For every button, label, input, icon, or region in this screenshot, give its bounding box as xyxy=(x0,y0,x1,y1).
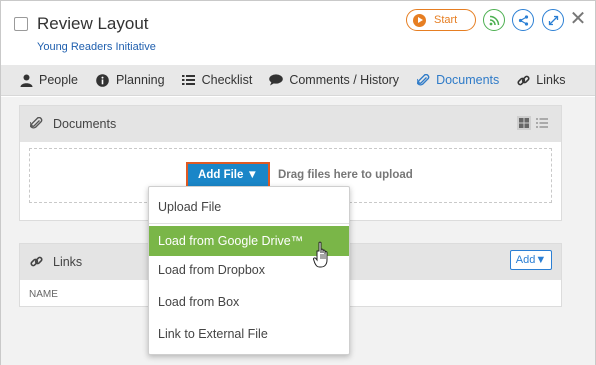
tab-planning[interactable]: Planning xyxy=(96,65,165,96)
list-view-icon[interactable] xyxy=(535,116,549,130)
name-column-header: NAME xyxy=(29,289,58,300)
info-icon xyxy=(96,73,110,87)
tab-comments-history[interactable]: Comments / History xyxy=(269,65,399,96)
task-window: Review Layout Young Readers Initiative S… xyxy=(0,0,596,365)
menu-divider xyxy=(149,223,349,224)
paperclip-icon xyxy=(30,117,44,131)
task-tabs: People Planning Checklist Comments / His… xyxy=(1,65,595,96)
add-file-menu: Upload File Load from Google Drive™ Load… xyxy=(148,186,350,355)
share-icon xyxy=(518,14,528,26)
rss-icon xyxy=(489,15,499,25)
expand-button[interactable] xyxy=(542,9,564,31)
tab-label: Checklist xyxy=(201,73,253,87)
menu-item-upload-file[interactable]: Upload File xyxy=(149,192,349,222)
play-icon xyxy=(413,13,426,27)
close-icon[interactable]: ✕ xyxy=(569,6,587,30)
view-toggle xyxy=(517,116,549,130)
tab-label: Links xyxy=(536,73,566,87)
tab-label: People xyxy=(39,73,78,87)
tab-label: Comments / History xyxy=(289,73,400,87)
hand-cursor-icon xyxy=(313,241,328,268)
link-icon xyxy=(516,73,530,87)
task-header: Review Layout Young Readers Initiative S… xyxy=(1,1,595,65)
task-complete-checkbox[interactable] xyxy=(14,17,28,31)
drag-hint: Drag files here to upload xyxy=(278,169,413,181)
link-icon xyxy=(30,255,44,269)
documents-panel-title: Documents xyxy=(53,117,117,131)
list-icon xyxy=(182,73,196,87)
links-panel-title: Links xyxy=(53,255,83,269)
rss-button[interactable] xyxy=(483,9,505,31)
expand-icon xyxy=(548,15,558,25)
start-button[interactable]: Start xyxy=(406,9,476,31)
add-link-button[interactable]: Add▼ xyxy=(510,250,552,270)
menu-item-external-link[interactable]: Link to External File xyxy=(149,319,349,349)
tab-label: Documents xyxy=(436,73,500,87)
tab-links[interactable]: Links xyxy=(516,65,565,96)
tab-documents[interactable]: Documents xyxy=(416,65,499,96)
project-link[interactable]: Young Readers Initiative xyxy=(37,41,156,53)
share-button[interactable] xyxy=(512,9,534,31)
documents-panel-header: Documents xyxy=(20,106,561,142)
tab-checklist[interactable]: Checklist xyxy=(182,65,253,96)
menu-item-box[interactable]: Load from Box xyxy=(149,287,349,317)
comment-icon xyxy=(269,73,284,87)
task-title[interactable]: Review Layout xyxy=(37,14,149,34)
start-label: Start xyxy=(434,14,458,26)
grid-view-icon[interactable] xyxy=(517,116,531,130)
add-file-button[interactable]: Add File ▼ xyxy=(186,162,270,188)
tab-people[interactable]: People xyxy=(19,65,78,96)
tab-label: Planning xyxy=(115,73,165,87)
paperclip-icon xyxy=(416,73,430,87)
person-icon xyxy=(19,73,33,87)
